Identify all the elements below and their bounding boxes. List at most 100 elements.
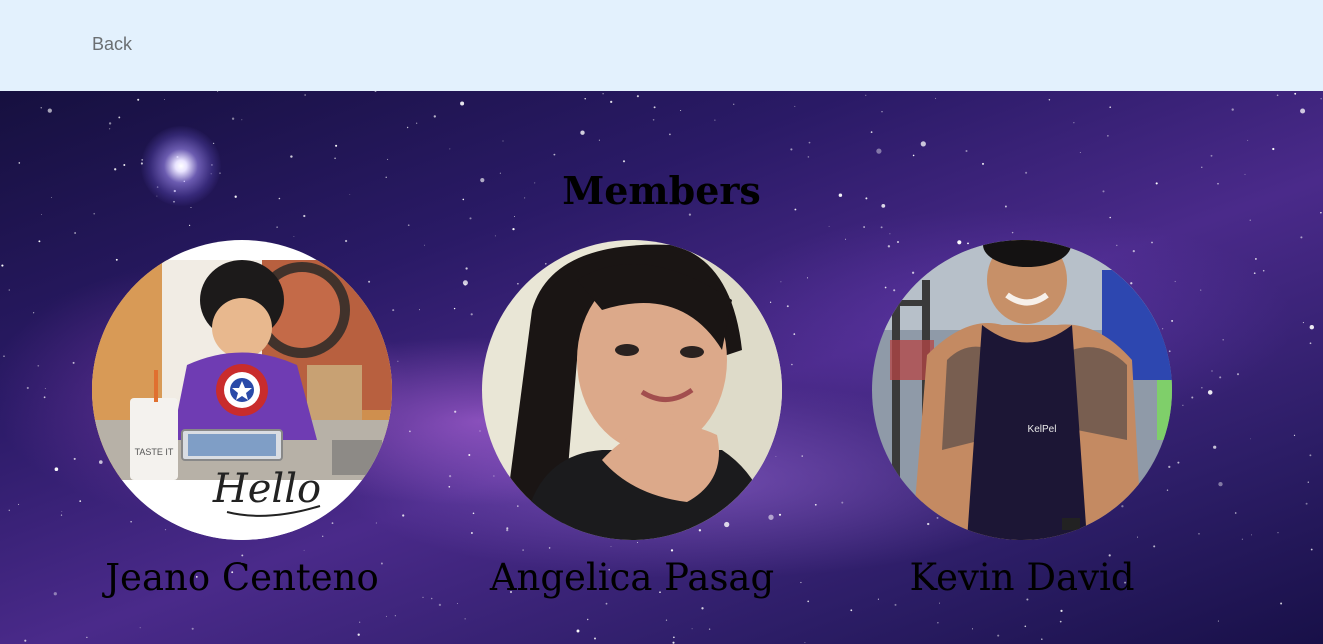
star (188, 224, 191, 227)
star (714, 119, 716, 121)
star (416, 122, 418, 124)
star (513, 215, 516, 218)
star (41, 214, 42, 215)
star (1218, 481, 1223, 487)
star (1200, 289, 1202, 291)
star (8, 289, 11, 291)
star (1272, 147, 1275, 151)
star (1254, 257, 1257, 260)
member-name-1: Jeano Centeno (105, 556, 379, 599)
star (1309, 324, 1315, 330)
star (118, 116, 121, 119)
star (164, 98, 165, 100)
star (359, 621, 361, 623)
star (3, 355, 5, 358)
star (293, 235, 295, 237)
star (881, 110, 883, 113)
star (1320, 98, 1322, 100)
star (468, 454, 471, 456)
star (18, 162, 21, 164)
star (1210, 154, 1213, 157)
star (276, 226, 278, 228)
star (433, 115, 436, 118)
star (1073, 122, 1075, 124)
star (397, 360, 399, 362)
star (470, 532, 473, 534)
star (622, 160, 626, 163)
star (512, 227, 515, 231)
star (680, 109, 682, 112)
star (1153, 545, 1156, 548)
star (1241, 538, 1244, 540)
star (40, 107, 42, 109)
star (997, 634, 1000, 637)
star (688, 213, 692, 216)
star (1191, 396, 1194, 399)
star (669, 133, 671, 136)
star (610, 546, 612, 547)
member-card-3: KelPel Kevin David (872, 240, 1172, 599)
star (407, 224, 410, 227)
star (1059, 620, 1062, 623)
star (448, 485, 451, 488)
star (1309, 342, 1312, 345)
star (1251, 534, 1252, 536)
star (1109, 216, 1111, 219)
member-photo-3: KelPel (872, 240, 1172, 540)
star (1300, 108, 1306, 114)
star (894, 603, 897, 606)
star (733, 103, 735, 105)
star (79, 500, 82, 502)
star (1079, 151, 1081, 153)
star (1107, 135, 1109, 137)
star (522, 549, 524, 551)
star (374, 91, 377, 92)
star (1307, 481, 1309, 483)
star (1048, 99, 1051, 101)
star (637, 542, 639, 543)
star (672, 641, 675, 644)
member-card-2: Angelica Pasag (482, 240, 782, 599)
star (610, 100, 613, 104)
star (479, 430, 481, 432)
star (1217, 620, 1219, 622)
back-link[interactable]: Back (92, 34, 132, 55)
star (605, 602, 608, 605)
star (845, 238, 847, 240)
star (841, 501, 844, 504)
star (794, 105, 796, 107)
star (108, 122, 112, 125)
member-name-3: Kevin David (909, 556, 1135, 599)
star (594, 637, 596, 640)
star (602, 93, 604, 95)
star (1182, 404, 1184, 406)
star (1201, 387, 1203, 389)
star (24, 639, 27, 642)
star (828, 225, 830, 227)
star (653, 106, 656, 109)
star (786, 305, 789, 308)
star (54, 467, 59, 472)
star (1, 264, 4, 267)
star (406, 126, 409, 129)
star (708, 628, 711, 630)
star (636, 95, 639, 98)
star (470, 313, 473, 316)
star (37, 364, 40, 367)
star (1280, 602, 1283, 605)
star (876, 148, 882, 154)
star (1219, 376, 1222, 379)
star (38, 240, 41, 243)
star (673, 636, 675, 639)
star (863, 226, 865, 228)
star (18, 503, 20, 505)
star (1249, 219, 1251, 221)
star (870, 131, 873, 133)
star (691, 628, 693, 630)
star (553, 153, 556, 156)
star (1198, 533, 1200, 535)
star (357, 633, 360, 636)
star (1060, 609, 1063, 613)
star (72, 361, 75, 364)
star (1177, 461, 1180, 464)
